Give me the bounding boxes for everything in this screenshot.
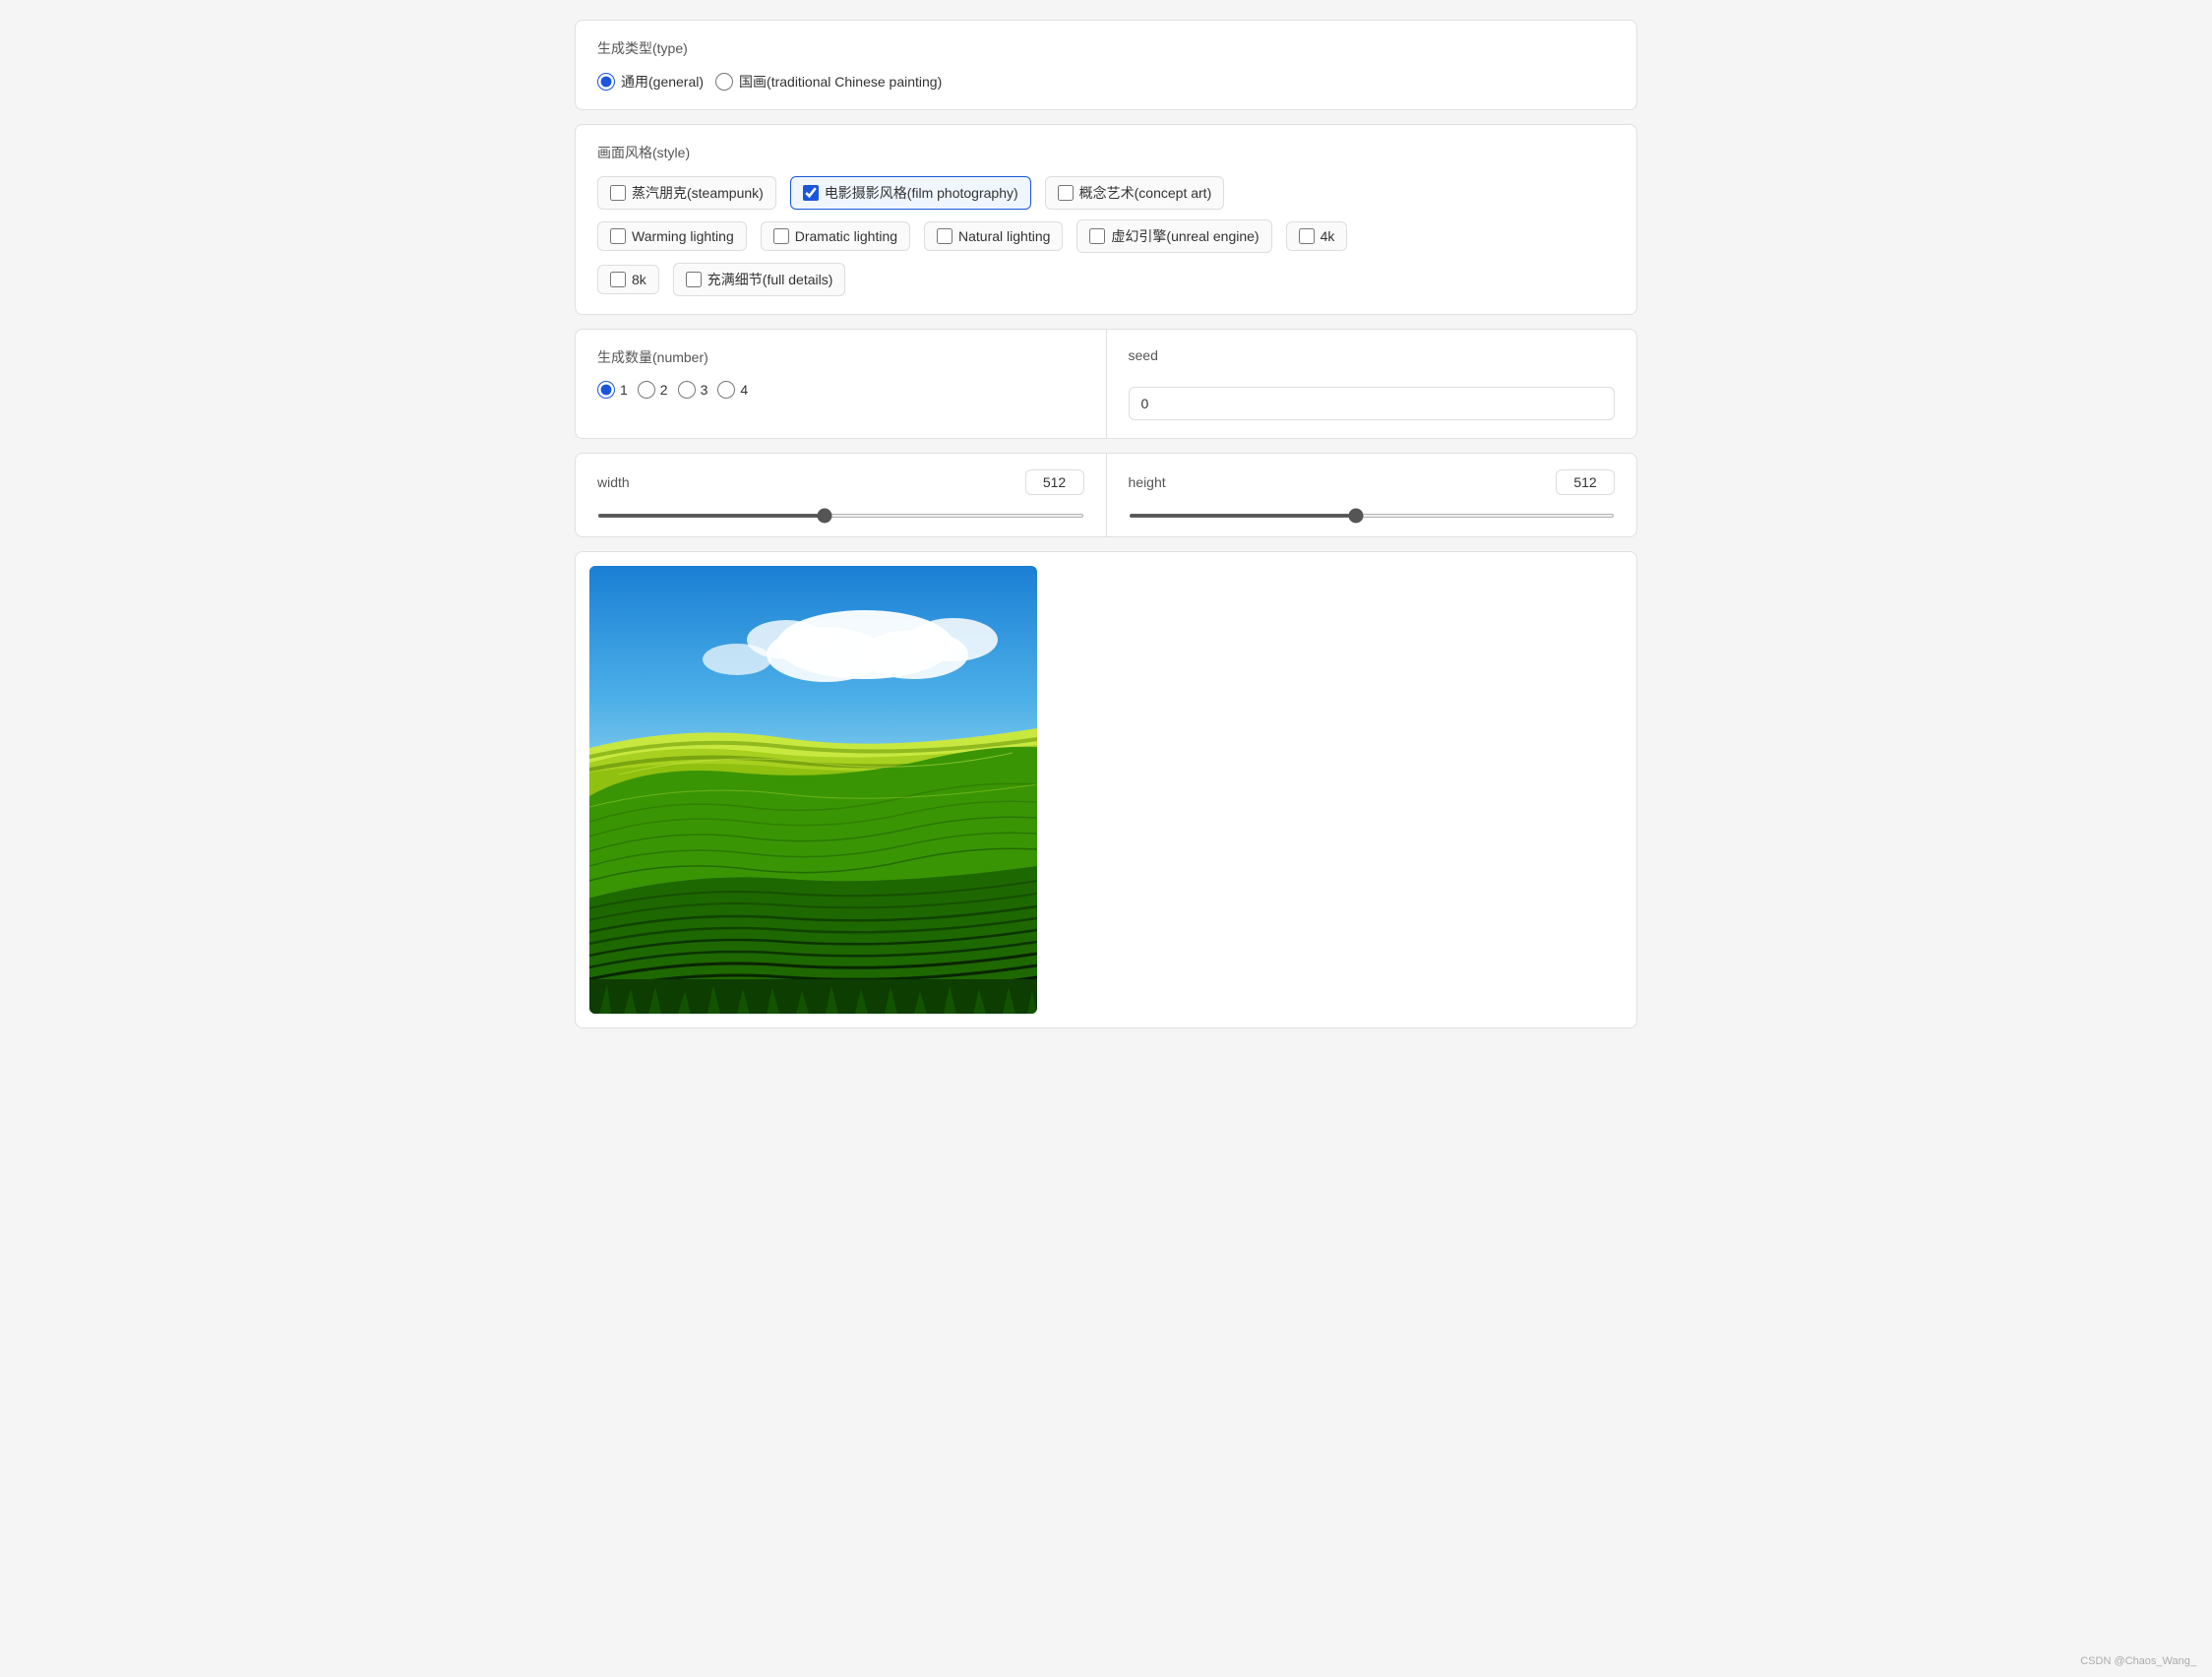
width-label: width (597, 474, 630, 490)
seed-label: seed (1129, 347, 1616, 363)
generated-image (589, 566, 1037, 1014)
style-label: 画面风格(style) (597, 143, 1615, 162)
number-option-4[interactable]: 4 (717, 381, 748, 399)
number-option-2[interactable]: 2 (638, 381, 668, 399)
footer-credit: CSDN @Chaos_Wang_ (2080, 1655, 2196, 1667)
style-row2: Warming lighting Dramatic lighting Natur… (597, 219, 1615, 253)
style-dramatic[interactable]: Dramatic lighting (761, 221, 910, 251)
checkbox-natural[interactable] (937, 228, 952, 244)
number-option-1[interactable]: 1 (597, 381, 628, 399)
style-film[interactable]: 电影摄影风格(film photography) (790, 176, 1031, 210)
style-unreal[interactable]: 虚幻引擎(unreal engine) (1076, 219, 1271, 253)
number-col: 生成数量(number) 1 2 3 4 (576, 330, 1107, 438)
type-radio-traditional[interactable] (715, 73, 733, 91)
height-header: height 512 (1129, 469, 1616, 495)
height-col: height 512 (1107, 454, 1637, 536)
style-steampunk[interactable]: 蒸汽朋克(steampunk) (597, 176, 776, 210)
seed-input[interactable] (1129, 387, 1616, 420)
number-label-2: 2 (660, 382, 668, 398)
seed-col: seed (1107, 330, 1637, 438)
number-radio-1[interactable] (597, 381, 615, 399)
label-film: 电影摄影风格(film photography) (825, 183, 1018, 203)
checkbox-8k[interactable] (610, 272, 626, 287)
label-4k: 4k (1321, 228, 1335, 244)
label-steampunk: 蒸汽朋克(steampunk) (632, 183, 764, 203)
number-radio-2[interactable] (638, 381, 655, 399)
checkbox-concept[interactable] (1058, 185, 1074, 201)
width-col: width 512 (576, 454, 1107, 536)
height-label: height (1129, 474, 1166, 490)
style-natural[interactable]: Natural lighting (924, 221, 1063, 251)
landscape-svg (589, 566, 1037, 1014)
number-radio-4[interactable] (717, 381, 735, 399)
number-seed-section: 生成数量(number) 1 2 3 4 (575, 329, 1637, 439)
checkbox-4k[interactable] (1299, 228, 1315, 244)
type-option-general[interactable]: 通用(general) (597, 72, 704, 92)
type-section: 生成类型(type) 通用(general) 国画(traditional Ch… (575, 20, 1637, 110)
type-radio-general[interactable] (597, 73, 615, 91)
label-concept: 概念艺术(concept art) (1079, 183, 1212, 203)
number-label-1: 1 (620, 382, 628, 398)
width-slider[interactable] (597, 514, 1084, 518)
width-header: width 512 (597, 469, 1084, 495)
style-row3: 8k 充满细节(full details) (597, 263, 1615, 296)
label-fulldetails: 充满细节(full details) (707, 270, 833, 289)
checkbox-film[interactable] (803, 185, 819, 201)
type-radio-group: 通用(general) 国画(traditional Chinese paint… (597, 72, 1615, 92)
dimension-section: width 512 height 512 (575, 453, 1637, 537)
label-warming: Warming lighting (632, 228, 734, 244)
number-radio-group: 1 2 3 4 (597, 381, 1084, 399)
height-value: 512 (1556, 469, 1615, 495)
style-row1: 蒸汽朋克(steampunk) 电影摄影风格(film photography)… (597, 176, 1615, 210)
checkbox-fulldetails[interactable] (686, 272, 702, 287)
checkbox-warming[interactable] (610, 228, 626, 244)
label-8k: 8k (632, 272, 646, 287)
checkbox-dramatic[interactable] (773, 228, 789, 244)
label-unreal: 虚幻引擎(unreal engine) (1111, 226, 1259, 246)
type-option-traditional[interactable]: 国画(traditional Chinese painting) (715, 72, 942, 92)
style-fulldetails[interactable]: 充满细节(full details) (673, 263, 846, 296)
number-label-3: 3 (701, 382, 708, 398)
number-radio-3[interactable] (678, 381, 696, 399)
type-label-traditional: 国画(traditional Chinese painting) (739, 72, 942, 92)
number-option-3[interactable]: 3 (678, 381, 708, 399)
number-label-4: 4 (740, 382, 748, 398)
number-label: 生成数量(number) (597, 347, 1084, 367)
style-section: 画面风格(style) 蒸汽朋克(steampunk) 电影摄影风格(film … (575, 124, 1637, 315)
type-label-general: 通用(general) (621, 72, 704, 92)
style-4k[interactable]: 4k (1286, 221, 1348, 251)
label-dramatic: Dramatic lighting (795, 228, 897, 244)
type-label: 生成类型(type) (597, 38, 1615, 58)
label-natural: Natural lighting (958, 228, 1050, 244)
style-8k[interactable]: 8k (597, 265, 659, 294)
image-container (575, 551, 1637, 1028)
checkbox-steampunk[interactable] (610, 185, 626, 201)
height-slider[interactable] (1129, 514, 1616, 518)
checkbox-unreal[interactable] (1089, 228, 1105, 244)
style-warming[interactable]: Warming lighting (597, 221, 747, 251)
style-concept[interactable]: 概念艺术(concept art) (1045, 176, 1225, 210)
width-value: 512 (1025, 469, 1084, 495)
